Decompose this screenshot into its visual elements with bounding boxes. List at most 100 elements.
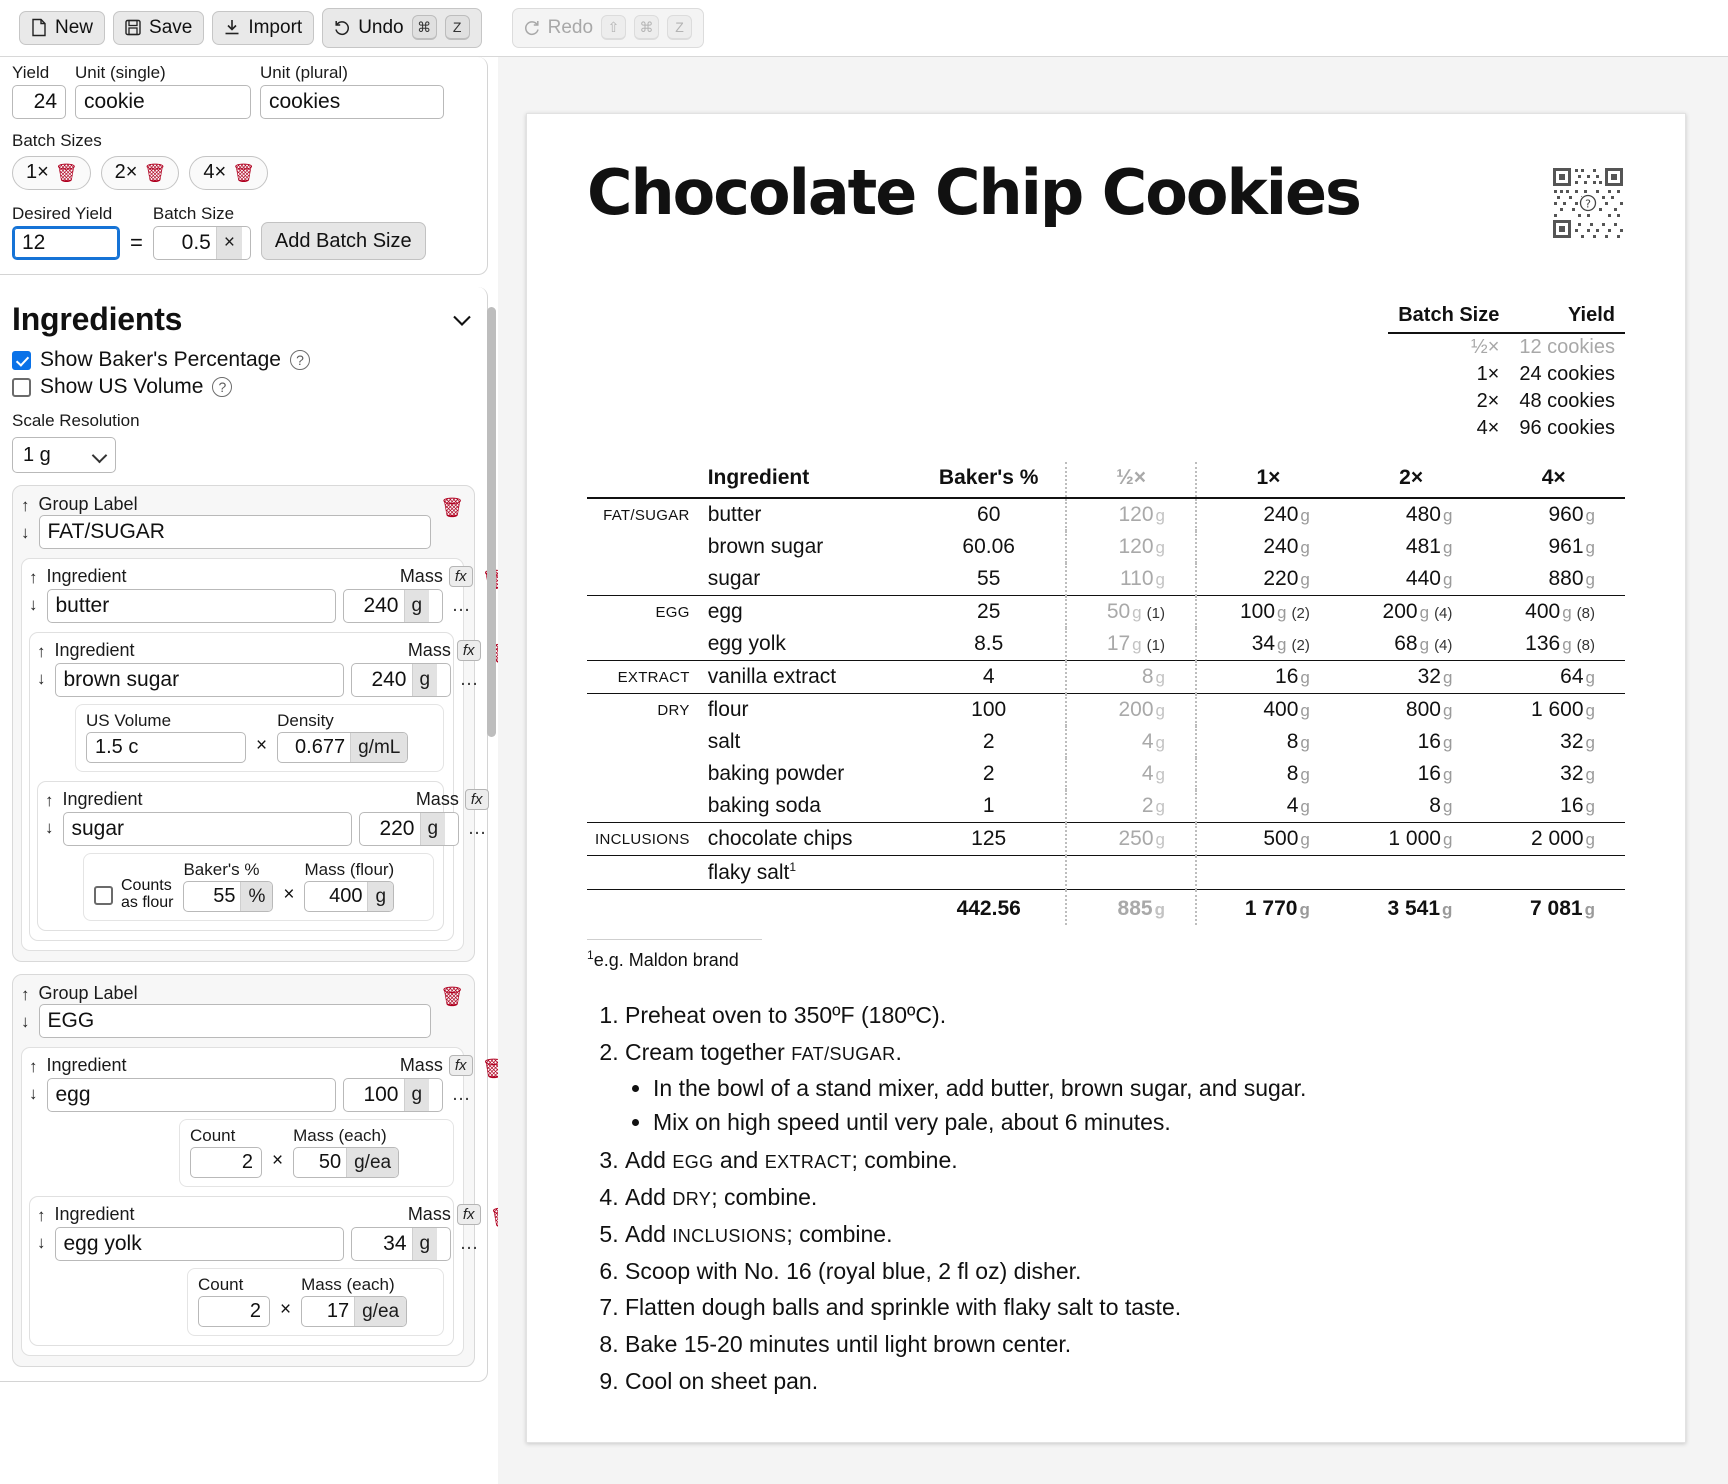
- ingredient-more-menu[interactable]: …: [466, 818, 489, 840]
- count-input[interactable]: [190, 1147, 262, 1178]
- reorder-arrows: ↑ ↓: [37, 640, 46, 687]
- ingredient-mass-group[interactable]: g: [350, 663, 451, 697]
- count-input[interactable]: [198, 1296, 270, 1327]
- ingredient-name-input[interactable]: [54, 663, 344, 697]
- x4-cell: 960 g: [1548, 503, 1595, 526]
- ingredient-mass-group[interactable]: g: [350, 1227, 451, 1261]
- instruction-substep-list: In the bowl of a stand mixer, add butter…: [625, 1072, 1625, 1141]
- delete-ingredient-icon[interactable]: 🗑: [498, 789, 499, 815]
- ingredient-more-menu[interactable]: …: [458, 1233, 481, 1255]
- table-row: baking soda 1 2 g 4 g 8 g 16 g: [587, 790, 1625, 823]
- move-down-icon[interactable]: ↓: [29, 596, 38, 613]
- ingredient-name-input[interactable]: [46, 1078, 336, 1112]
- batch-size-chip[interactable]: 4× 🗑: [189, 156, 269, 190]
- ingredient-mass-input[interactable]: [351, 664, 412, 696]
- ingredient-name-input[interactable]: [54, 1227, 344, 1261]
- density-input[interactable]: [278, 733, 351, 762]
- counts-as-flour-checkbox[interactable]: [94, 885, 113, 905]
- bakers-percent-input[interactable]: [184, 882, 241, 911]
- move-up-icon[interactable]: ↑: [37, 1207, 46, 1224]
- mass-flour-input[interactable]: [305, 882, 368, 911]
- ingredient-more-menu[interactable]: …: [450, 1084, 473, 1106]
- delete-ingredient-icon[interactable]: 🗑: [482, 1055, 499, 1081]
- sidebar-scrollbar[interactable]: [487, 307, 496, 737]
- ingredient-more-menu[interactable]: …: [458, 669, 481, 691]
- move-up-icon[interactable]: ↑: [37, 643, 46, 660]
- formula-toggle-button[interactable]: fx: [448, 566, 473, 587]
- scale-resolution-select-wrap[interactable]: 1 g: [12, 437, 116, 473]
- desired-yield-input[interactable]: [12, 226, 120, 260]
- scale-resolution-select[interactable]: 1 g: [12, 437, 116, 473]
- ingredient-more-menu[interactable]: …: [450, 595, 473, 617]
- move-down-icon[interactable]: ↓: [37, 1234, 46, 1251]
- undo-button[interactable]: Undo ⌘ Z: [322, 8, 482, 48]
- unit-single-input[interactable]: [75, 85, 251, 119]
- batch-size-input[interactable]: [153, 227, 216, 259]
- batch-size-chip[interactable]: 2× 🗑: [100, 156, 180, 190]
- mass-each-input-group[interactable]: g/ea: [293, 1147, 400, 1178]
- move-down-icon[interactable]: ↓: [21, 1013, 30, 1030]
- mass-each-input-group[interactable]: g/ea: [301, 1296, 408, 1327]
- yield-input[interactable]: [12, 85, 66, 119]
- ingredient-mass-input[interactable]: [343, 590, 404, 622]
- mass-each-field: Mass (each) g/ea: [301, 1275, 408, 1327]
- move-up-icon[interactable]: ↑: [29, 1058, 38, 1075]
- batch-size-chip[interactable]: 1× 🗑: [12, 156, 91, 190]
- help-icon-bakers-percentage[interactable]: ?: [289, 350, 310, 370]
- save-button[interactable]: Save: [113, 11, 205, 45]
- move-up-icon[interactable]: ↑: [21, 986, 30, 1003]
- show-bakers-percentage-checkbox[interactable]: [12, 350, 31, 370]
- formula-toggle-button[interactable]: fx: [456, 640, 481, 661]
- qr-code-icon[interactable]: ?: [1551, 166, 1625, 240]
- mass-each-unit: g/ea: [354, 1297, 407, 1326]
- footnote-rule: [587, 939, 762, 940]
- ingredient-mass-group[interactable]: g: [342, 589, 443, 623]
- move-up-icon[interactable]: ↑: [21, 497, 30, 514]
- mass-flour-input-group[interactable]: g: [304, 881, 395, 912]
- delete-icon[interactable]: 🗑: [232, 164, 255, 182]
- formula-toggle-button[interactable]: fx: [448, 1055, 473, 1076]
- density-label: Density: [277, 711, 334, 730]
- group-label-input[interactable]: [38, 1004, 431, 1038]
- mass-each-input[interactable]: [294, 1148, 347, 1177]
- import-button[interactable]: Import: [212, 11, 315, 45]
- delete-group-icon[interactable]: 🗑: [440, 983, 464, 1009]
- count-label: Count: [198, 1275, 244, 1294]
- ingredient-mass-input[interactable]: [359, 813, 420, 845]
- counts-as-flour-toggle[interactable]: Counts as flour: [94, 878, 173, 912]
- show-bakers-percentage-row[interactable]: Show Baker's Percentage ?: [12, 348, 475, 372]
- ingredient-mass-input[interactable]: [351, 1228, 412, 1260]
- show-us-volume-row[interactable]: Show US Volume ?: [12, 375, 475, 399]
- group-label-input[interactable]: [38, 515, 431, 549]
- density-input-group[interactable]: g/mL: [277, 732, 409, 763]
- add-batch-size-button[interactable]: Add Batch Size: [260, 222, 426, 260]
- move-up-icon[interactable]: ↑: [29, 569, 38, 586]
- move-down-icon[interactable]: ↓: [37, 670, 46, 687]
- mass-each-input[interactable]: [302, 1297, 355, 1326]
- move-down-icon[interactable]: ↓: [45, 819, 54, 836]
- chevron-down-icon[interactable]: [449, 307, 475, 333]
- ingredient-card: ↑↓IngredientMassfxg…🗑Countsas flourBaker…: [37, 781, 498, 931]
- bakers-percent-input-group[interactable]: %: [183, 881, 274, 912]
- show-us-volume-checkbox[interactable]: [12, 377, 31, 397]
- delete-ingredient-icon[interactable]: 🗑: [490, 1204, 499, 1230]
- move-up-icon[interactable]: ↑: [45, 792, 54, 809]
- move-down-icon[interactable]: ↓: [29, 1085, 38, 1102]
- us-volume-input[interactable]: [86, 732, 246, 763]
- redo-button[interactable]: Redo ⇧ ⌘ Z: [511, 8, 705, 48]
- help-icon-us-volume[interactable]: ?: [212, 377, 233, 397]
- ingredient-mass-group[interactable]: g: [358, 812, 459, 846]
- delete-icon[interactable]: 🗑: [143, 164, 166, 182]
- batch-size-input-group[interactable]: ×: [152, 226, 251, 260]
- new-button[interactable]: New: [19, 11, 106, 45]
- formula-toggle-button[interactable]: fx: [456, 1204, 481, 1225]
- ingredient-mass-input[interactable]: [343, 1079, 404, 1111]
- ingredient-mass-group[interactable]: g: [342, 1078, 443, 1112]
- move-down-icon[interactable]: ↓: [21, 524, 30, 541]
- delete-icon[interactable]: 🗑: [55, 164, 78, 182]
- formula-toggle-button[interactable]: fx: [464, 789, 489, 810]
- delete-group-icon[interactable]: 🗑: [440, 494, 464, 520]
- ingredient-name-input[interactable]: [62, 812, 352, 846]
- ingredient-name-input[interactable]: [46, 589, 336, 623]
- unit-plural-input[interactable]: [260, 85, 444, 119]
